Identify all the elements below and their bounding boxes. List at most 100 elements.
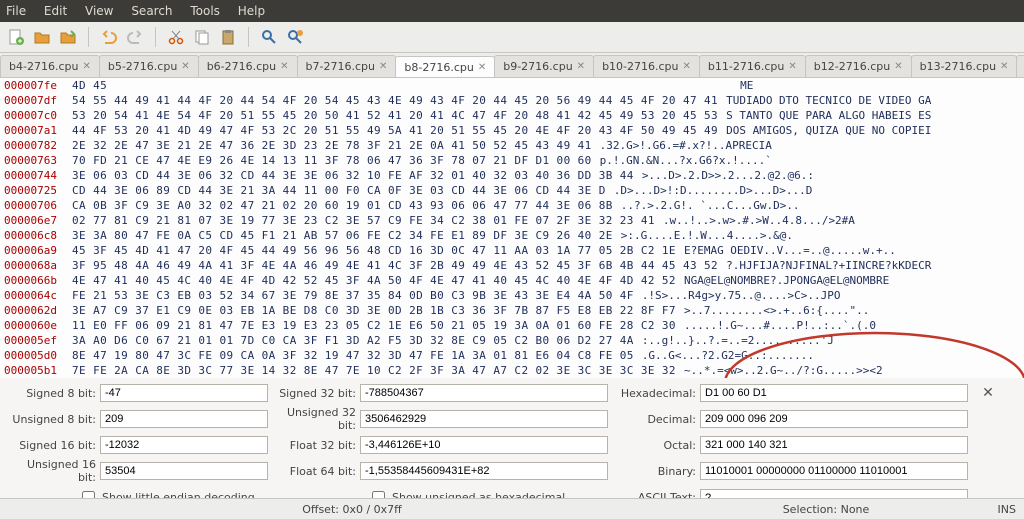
cut-icon[interactable] — [166, 27, 186, 47]
hex-bytes[interactable]: 3F 95 48 4A 46 49 4A 41 3F 4E 4A 46 49 4… — [72, 258, 726, 273]
close-icon[interactable]: ✕ — [894, 61, 902, 72]
hex-ascii[interactable]: :..g!..}..?.=..=2..........'J — [642, 333, 834, 348]
hex-ascii[interactable]: .32.G>!.G6.=#.x?!..APRECIA — [600, 138, 772, 153]
hex-row[interactable]: 00000706CA 0B 3F C9 3E A0 32 02 47 21 02… — [0, 198, 1024, 213]
value-f64[interactable] — [360, 462, 608, 480]
hex-ascii[interactable]: E?EMAG OEDIV..V...=..@.....w.+.. — [684, 243, 896, 258]
hex-ascii[interactable]: .!S>...R4g>y.75..@....>C>..JPO — [642, 288, 841, 303]
hex-row[interactable]: 000007df54 55 44 49 41 44 4F 20 44 54 4F… — [0, 93, 1024, 108]
menu-tools[interactable]: Tools — [190, 4, 220, 18]
hex-ascii[interactable]: >..7........<>.+..6:{....".. — [684, 303, 869, 318]
value-u8[interactable] — [100, 410, 268, 428]
search-icon[interactable] — [259, 27, 279, 47]
hex-ascii[interactable]: p.!.GN.&N...?x.G6?x.!....` — [600, 153, 772, 168]
hex-bytes[interactable]: 54 55 44 49 41 44 4F 20 44 54 4F 20 54 4… — [72, 93, 726, 108]
hex-bytes[interactable]: 45 3F 45 4D 41 47 20 4F 45 44 49 56 96 5… — [72, 243, 684, 258]
paste-icon[interactable] — [218, 27, 238, 47]
hex-bytes[interactable]: 3E A7 C9 37 E1 C9 0E 03 EB 1A BE D8 C0 3… — [72, 303, 684, 318]
redo-icon[interactable] — [125, 27, 145, 47]
hex-row[interactable]: 000007fe4D 45 ME — [0, 78, 1024, 93]
menu-edit[interactable]: Edit — [44, 4, 67, 18]
tab-b5[interactable]: b5-2716.cpu✕ — [99, 55, 199, 77]
hex-row[interactable]: 00000725CD 44 3E 06 89 CD 44 3E 21 3A 44… — [0, 183, 1024, 198]
hex-ascii[interactable]: >...D>.2.D>>.2...2.@2.@6.: — [642, 168, 814, 183]
hex-row[interactable]: 0000062d3E A7 C9 37 E1 C9 0E 03 EB 1A BE… — [0, 303, 1024, 318]
close-icon[interactable]: ✕ — [683, 61, 691, 72]
close-icon[interactable]: ✕ — [280, 61, 288, 72]
value-dec[interactable] — [700, 410, 968, 428]
close-icon[interactable]: ✕ — [577, 61, 585, 72]
hex-ascii[interactable]: ..?.>.2.G!. `...C...Gw.D>.. — [621, 198, 800, 213]
hex-bytes[interactable]: 44 4F 53 20 41 4D 49 47 4F 53 2C 20 51 5… — [72, 123, 726, 138]
hex-ascii[interactable]: TUDIADO DTO TECNICO DE VIDEO GA — [726, 93, 931, 108]
tab-b6[interactable]: b6-2716.cpu✕ — [198, 55, 298, 77]
value-u32[interactable] — [360, 410, 608, 428]
value-bin[interactable] — [700, 462, 968, 480]
hex-row[interactable]: 0000068a3F 95 48 4A 46 49 4A 41 3F 4E 4A… — [0, 258, 1024, 273]
tab-b10[interactable]: b10-2716.cpu✕ — [593, 55, 700, 77]
tab-c01s[interactable]: c01s.6e✕ — [1016, 55, 1024, 77]
hex-row[interactable]: 000007822E 32 2E 47 3E 21 2E 47 36 2E 3D… — [0, 138, 1024, 153]
value-s16[interactable] — [100, 436, 268, 454]
search-replace-icon[interactable] — [285, 27, 305, 47]
close-icon[interactable]: ✕ — [788, 61, 796, 72]
hex-ascii[interactable]: ?.HJFIJA?NJFINAL?+IINCRE?kKDECR — [726, 258, 931, 273]
hex-row[interactable]: 000006e702 77 81 C9 21 81 07 3E 19 77 3E… — [0, 213, 1024, 228]
hex-bytes[interactable]: 2E 32 2E 47 3E 21 2E 47 36 2E 3D 23 2E 7… — [72, 138, 600, 153]
hex-row[interactable]: 000006c83E 3A 80 47 FE 0A C5 CD 45 F1 21… — [0, 228, 1024, 243]
undo-icon[interactable] — [99, 27, 119, 47]
hex-ascii[interactable]: .....!.G~...#....P!..:..`.(.0 — [684, 318, 876, 333]
hex-view[interactable]: 000007fe4D 45 ME000007df54 55 44 49 41 4… — [0, 78, 1024, 378]
value-oct[interactable] — [700, 436, 968, 454]
hex-row[interactable]: 0000076370 FD 21 CE 47 4E E9 26 4E 14 13… — [0, 153, 1024, 168]
menu-help[interactable]: Help — [238, 4, 265, 18]
value-hex[interactable] — [700, 384, 968, 402]
open-file-icon[interactable] — [32, 27, 52, 47]
value-u16[interactable] — [100, 462, 268, 480]
copy-icon[interactable] — [192, 27, 212, 47]
menu-search[interactable]: Search — [131, 4, 172, 18]
hex-bytes[interactable]: 7E FE 2A CA 8E 3D 3C 77 3E 14 32 8E 47 7… — [72, 363, 684, 378]
menu-view[interactable]: View — [85, 4, 113, 18]
close-icon[interactable]: ✕ — [1000, 61, 1008, 72]
hex-row[interactable]: 000007c053 20 54 41 4E 54 4F 20 51 55 45… — [0, 108, 1024, 123]
hex-bytes[interactable]: CA 0B 3F C9 3E A0 32 02 47 21 02 20 60 1… — [72, 198, 621, 213]
tab-b4[interactable]: b4-2716.cpu✕ — [0, 55, 100, 77]
hex-ascii[interactable]: ME — [740, 78, 753, 93]
hex-bytes[interactable]: 3E 06 03 CD 44 3E 06 32 CD 44 3E 3E 06 3… — [72, 168, 642, 183]
tab-b8[interactable]: b8-2716.cpu✕ — [395, 56, 495, 78]
value-s32[interactable] — [360, 384, 608, 402]
hex-bytes[interactable]: 02 77 81 C9 21 81 07 3E 19 77 3E 23 C2 3… — [72, 213, 663, 228]
hex-bytes[interactable]: 4D 45 — [72, 78, 740, 93]
tab-b13[interactable]: b13-2716.cpu✕ — [911, 55, 1018, 77]
hex-bytes[interactable]: 4E 47 41 40 45 4C 40 4E 4F 4D 42 52 45 3… — [72, 273, 684, 288]
hex-row[interactable]: 0000064cFE 21 53 3E C3 EB 03 52 34 67 3E… — [0, 288, 1024, 303]
hex-ascii[interactable]: .D>...D>!:D........D>...D>...D — [614, 183, 813, 198]
hex-bytes[interactable]: 11 E0 FF 06 09 21 81 47 7E E3 19 E3 23 0… — [72, 318, 684, 333]
hex-ascii[interactable]: DOS AMIGOS, QUIZA QUE NO COPIEI — [726, 123, 931, 138]
tab-b12[interactable]: b12-2716.cpu✕ — [805, 55, 912, 77]
close-icon[interactable]: ✕ — [478, 62, 486, 73]
close-icon[interactable]: ✕ — [379, 61, 387, 72]
value-f32[interactable] — [360, 436, 608, 454]
hex-row[interactable]: 000005d08E 47 19 80 47 3C FE 09 CA 0A 3F… — [0, 348, 1024, 363]
hex-ascii[interactable]: >:.G....E.!.W...4....>.&@. — [621, 228, 793, 243]
tab-b9[interactable]: b9-2716.cpu✕ — [494, 55, 594, 77]
hex-row[interactable]: 000006a945 3F 45 4D 41 47 20 4F 45 44 49… — [0, 243, 1024, 258]
hex-ascii[interactable]: .G..G<...?2.G2=G..:....... — [642, 348, 814, 363]
hex-row[interactable]: 0000060e11 E0 FF 06 09 21 81 47 7E E3 19… — [0, 318, 1024, 333]
hex-bytes[interactable]: FE 21 53 3E C3 EB 03 52 34 67 3E 79 8E 3… — [72, 288, 642, 303]
hex-row[interactable]: 000007a144 4F 53 20 41 4D 49 47 4F 53 2C… — [0, 123, 1024, 138]
hex-row[interactable]: 000005ef3A A0 D6 C0 67 21 01 01 7D C0 CA… — [0, 333, 1024, 348]
hex-bytes[interactable]: 53 20 54 41 4E 54 4F 20 51 55 45 20 50 4… — [72, 108, 726, 123]
new-file-icon[interactable] — [6, 27, 26, 47]
value-s8[interactable] — [100, 384, 268, 402]
hex-row[interactable]: 0000066b4E 47 41 40 45 4C 40 4E 4F 4D 42… — [0, 273, 1024, 288]
hex-bytes[interactable]: 3E 3A 80 47 FE 0A C5 CD 45 F1 21 AB 57 0… — [72, 228, 621, 243]
hex-bytes[interactable]: CD 44 3E 06 89 CD 44 3E 21 3A 44 11 00 F… — [72, 183, 614, 198]
hex-ascii[interactable]: S TANTO QUE PARA ALGO HABEIS ES — [726, 108, 931, 123]
close-icon[interactable]: ✕ — [82, 61, 90, 72]
hex-bytes[interactable]: 70 FD 21 CE 47 4E E9 26 4E 14 13 11 3F 7… — [72, 153, 600, 168]
hex-ascii[interactable]: NGA@EL@NOMBRE?.JPONGA@EL@NOMBRE — [684, 273, 889, 288]
hex-ascii[interactable]: ~..*.=<w>..2.G~../?:G.....>><2 — [684, 363, 883, 378]
